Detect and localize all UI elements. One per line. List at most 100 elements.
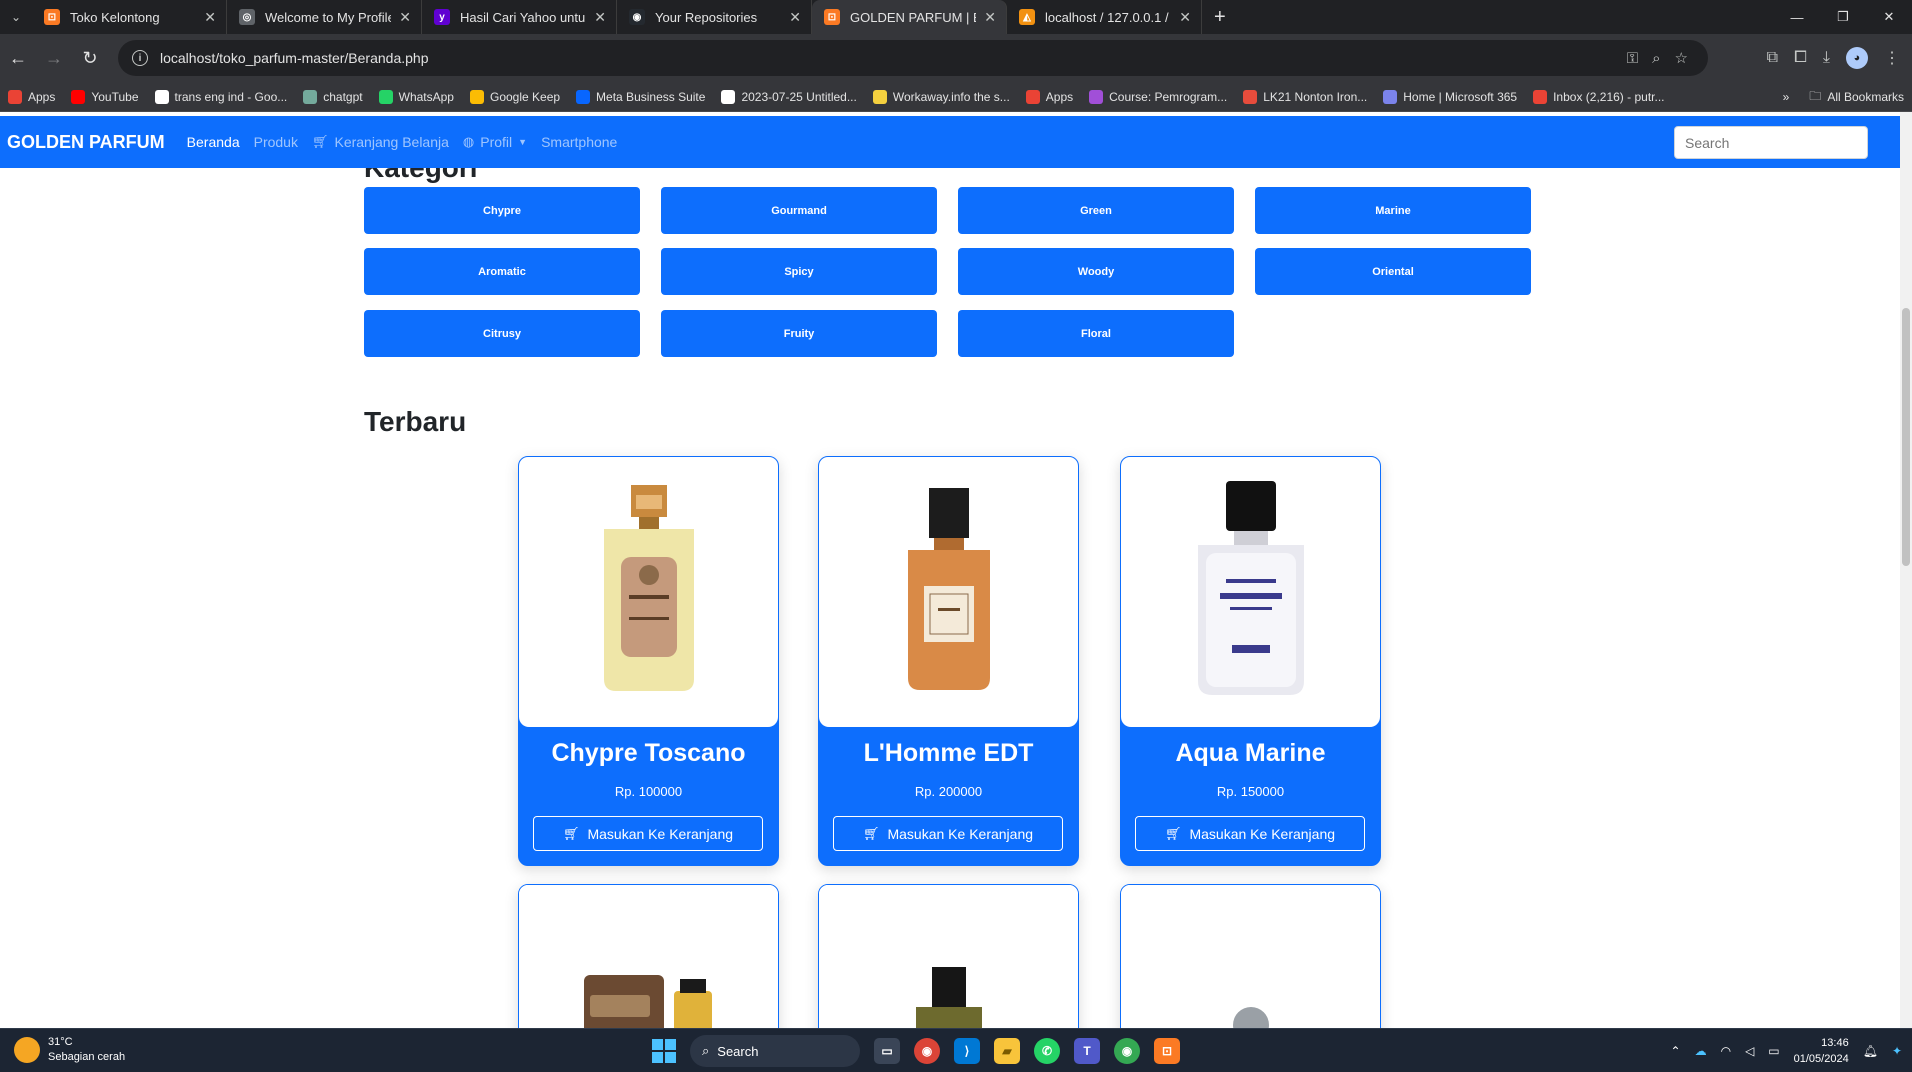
add-to-cart-button[interactable]: 🛒︎ Masukan Ke Keranjang (1135, 816, 1365, 851)
product-card[interactable]: L'Homme EDT Rp. 200000 🛒︎ Masukan Ke Keranj… (818, 456, 1079, 866)
nav-link-produk[interactable]: Produk (254, 134, 298, 150)
chrome-menu-icon[interactable]: ⋮ (1884, 48, 1900, 68)
bookmark-item[interactable]: Inbox (2,216) - putr... (1533, 89, 1665, 104)
volume-icon[interactable]: ◁ (1745, 1044, 1754, 1058)
chrome-profile-icon[interactable]: ◉ (1114, 1038, 1140, 1064)
chrome-icon[interactable]: ◉ (914, 1038, 940, 1064)
profile-avatar[interactable]: ◕ (1846, 47, 1868, 69)
product-card[interactable] (518, 884, 779, 1028)
category-button[interactable]: Floral (958, 310, 1234, 357)
notification-bell-icon[interactable]: 🔔︎ (1863, 1044, 1878, 1058)
bookmark-item[interactable]: Google Keep (469, 89, 560, 104)
teams-icon[interactable]: T (1074, 1038, 1100, 1064)
minimize-icon[interactable]: — (1774, 0, 1820, 34)
password-key-icon[interactable]: ⚿ (1627, 50, 1638, 67)
bookmark-item[interactable]: WhatsApp (378, 89, 454, 104)
site-info-icon[interactable]: i (132, 50, 148, 66)
product-image[interactable] (819, 457, 1078, 727)
clock[interactable]: 13:46 01/05/2024 (1794, 1035, 1849, 1067)
bookmark-item[interactable]: chatgpt (303, 89, 363, 104)
address-bar[interactable]: i localhost/toko_parfum-master/Beranda.p… (118, 40, 1708, 76)
bookmark-item[interactable]: LK21 Nonton Iron... (1243, 89, 1367, 104)
download-icon[interactable]: ⤓ (1823, 49, 1830, 67)
translate-icon[interactable]: ⧉ (1767, 49, 1778, 67)
category-button[interactable]: Fruity (661, 310, 937, 357)
page-scrollbar[interactable] (1900, 112, 1912, 1028)
copilot-icon[interactable]: ✦ (1892, 1044, 1902, 1058)
reload-icon[interactable]: ↻ (72, 40, 108, 76)
category-button[interactable]: Spicy (661, 248, 937, 295)
category-button[interactable]: Marine (1255, 187, 1531, 234)
browser-tab[interactable]: ◎ Welcome to My Profile ✕ (227, 0, 422, 34)
tray-chevron-icon[interactable]: ⌃ (1671, 1044, 1681, 1058)
browser-tab[interactable]: ⊡ Toko Kelontong ✕ (32, 0, 227, 34)
product-card[interactable] (1120, 884, 1381, 1028)
file-explorer-icon[interactable]: ▰ (994, 1038, 1020, 1064)
brand-logo[interactable]: GOLDEN PARFUM (7, 132, 165, 153)
back-icon[interactable]: ← (0, 40, 36, 76)
product-image[interactable] (519, 885, 778, 1028)
tab-close-icon[interactable]: ✕ (204, 9, 216, 26)
all-bookmarks-folder[interactable]: 🗀 All Bookmarks (1809, 87, 1904, 108)
category-button[interactable]: Woody (958, 248, 1234, 295)
add-to-cart-button[interactable]: 🛒︎ Masukan Ke Keranjang (833, 816, 1063, 851)
nav-link-keranjang-belanja[interactable]: 🛒︎ Keranjang Belanja (312, 134, 449, 150)
bookmark-item[interactable]: Apps (8, 89, 55, 104)
bookmark-item[interactable]: Meta Business Suite (576, 89, 705, 104)
task-view-icon[interactable]: ▭ (874, 1038, 900, 1064)
category-button[interactable]: Green (958, 187, 1234, 234)
bookmark-item[interactable]: Course: Pemrogram... (1089, 89, 1227, 104)
bookmark-item[interactable]: 2023-07-25 Untitled... (721, 89, 857, 104)
browser-tab[interactable]: ◉ Your Repositories ✕ (617, 0, 812, 34)
product-image[interactable] (1121, 885, 1380, 1028)
product-card[interactable]: Chypre Toscano Rp. 100000 🛒︎ Masukan Ke Ker… (518, 456, 779, 866)
search-input[interactable] (1674, 126, 1868, 159)
battery-icon[interactable]: ▭ (1768, 1044, 1779, 1058)
nav-link-smartphone[interactable]: Smartphone (541, 134, 617, 150)
bookmark-star-icon[interactable]: ☆ (1675, 49, 1688, 67)
nav-link-beranda[interactable]: Beranda (187, 134, 240, 150)
tab-search-chevron-icon[interactable]: ⌄ (0, 0, 32, 34)
nav-link-profil[interactable]: ◍ Profil ▼ (463, 134, 527, 150)
add-to-cart-button[interactable]: 🛒︎ Masukan Ke Keranjang (533, 816, 763, 851)
tab-close-icon[interactable]: ✕ (399, 9, 411, 26)
new-tab-button[interactable]: + (1214, 6, 1226, 29)
tab-close-icon[interactable]: ✕ (984, 9, 996, 26)
extensions-icon[interactable]: ⧠ (1794, 49, 1807, 67)
bookmark-item[interactable]: Workaway.info the s... (872, 89, 1010, 104)
browser-tab[interactable]: ⊡ GOLDEN PARFUM | BERANDA ✕ (812, 0, 1007, 34)
forward-icon[interactable]: → (36, 40, 72, 76)
taskbar-search[interactable]: ⌕ Search (690, 1035, 860, 1067)
bookmark-item[interactable]: Apps (1025, 89, 1073, 104)
bookmark-item[interactable]: Home | Microsoft 365 (1383, 89, 1517, 104)
bookmark-item[interactable]: YouTube (71, 89, 139, 104)
more-bookmarks-icon[interactable]: » (1783, 90, 1790, 104)
browser-tab[interactable]: y Hasil Cari Yahoo untuk jpg to w ✕ (422, 0, 617, 34)
product-card[interactable]: Aqua Marine Rp. 150000 🛒︎ Masukan Ke Keranj… (1120, 456, 1381, 866)
wifi-icon[interactable]: ◠ (1721, 1044, 1731, 1058)
xampp-icon[interactable]: ⊡ (1154, 1038, 1180, 1064)
tab-close-icon[interactable]: ✕ (594, 9, 606, 26)
product-image[interactable] (519, 457, 778, 727)
category-button[interactable]: Citrusy (364, 310, 640, 357)
product-image[interactable] (819, 885, 1078, 1028)
product-card[interactable] (818, 884, 1079, 1028)
vscode-icon[interactable]: ⟩ (954, 1038, 980, 1064)
tab-close-icon[interactable]: ✕ (1179, 9, 1191, 26)
close-window-icon[interactable]: ✕ (1866, 0, 1912, 34)
zoom-icon[interactable]: ⌕ (1652, 50, 1660, 67)
category-button[interactable]: Oriental (1255, 248, 1531, 295)
category-button[interactable]: Aromatic (364, 248, 640, 295)
restore-icon[interactable]: ❐ (1820, 0, 1866, 34)
browser-tab[interactable]: ◭ localhost / 127.0.0.1 / tokoparfu ✕ (1007, 0, 1202, 34)
product-image[interactable] (1121, 457, 1380, 727)
weather-widget[interactable]: 31°C Sebagian cerah (14, 1035, 125, 1065)
onedrive-icon[interactable]: ☁ (1695, 1044, 1707, 1058)
tab-close-icon[interactable]: ✕ (789, 9, 801, 26)
windows-start-icon[interactable] (652, 1039, 676, 1063)
bookmark-item[interactable]: trans eng ind - Goo... (154, 89, 287, 104)
category-button[interactable]: Gourmand (661, 187, 937, 234)
scrollbar-thumb[interactable] (1902, 308, 1910, 566)
category-button[interactable]: Chypre (364, 187, 640, 234)
whatsapp-icon[interactable]: ✆ (1034, 1038, 1060, 1064)
